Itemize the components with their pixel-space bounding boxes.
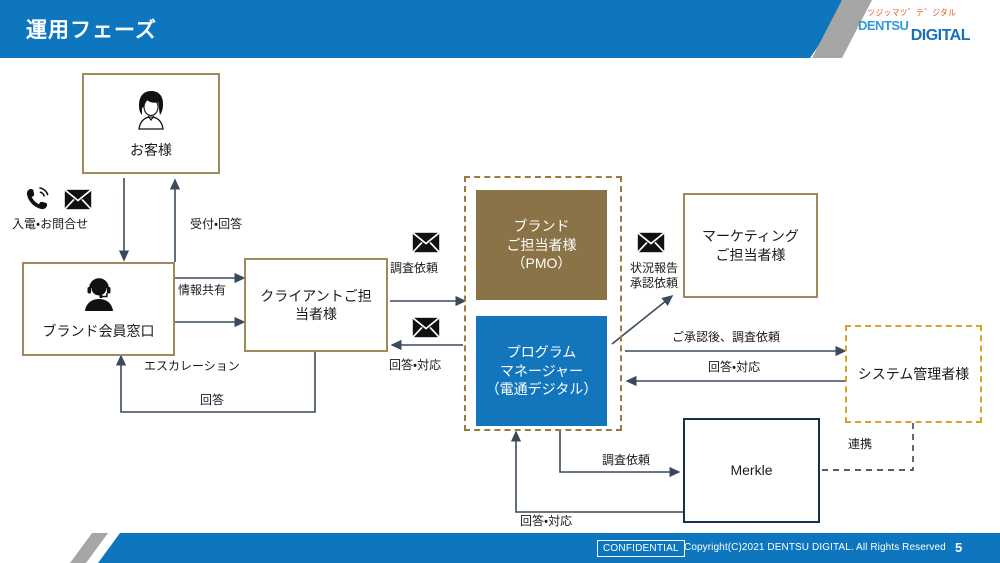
mail-icon xyxy=(637,232,665,258)
footer-copyright: Copyright(C)2021 DENTSU DIGITAL. All Rig… xyxy=(684,542,946,553)
box-program-manager-label-3: （電通デジタル） xyxy=(485,381,598,398)
footer-page-number: 5 xyxy=(955,540,963,555)
logo-kana-text: ツジッマツ゛テ゛ジタル xyxy=(867,7,957,18)
box-brand-member-desk[interactable]: ブランド会員窓口 xyxy=(22,262,175,356)
box-merkle-label: Merkle xyxy=(730,462,773,479)
box-brand-pmo-label-1: ブランド xyxy=(513,218,570,235)
box-program-manager-label-2: マネージャー xyxy=(499,362,584,379)
box-client-representative[interactable]: クライアントご担 当者様 xyxy=(244,258,388,352)
box-brand-member-desk-label: ブランド会員窓口 xyxy=(42,323,155,339)
label-survey-request-1: 調査依頼 xyxy=(390,261,439,275)
label-status-report-line2: 承認依頼 xyxy=(630,276,679,290)
box-marketing-representative-label-2: ご担当者様 xyxy=(715,246,786,263)
box-system-administrator-label: システム管理者様 xyxy=(857,365,970,382)
label-after-approval-survey: ご承認後、調査依頼 xyxy=(672,330,781,344)
label-answer-handle-3: 回答・対応 xyxy=(520,514,573,528)
box-customer[interactable]: お客様 xyxy=(82,73,220,174)
label-status-report-line1: 状況報告 xyxy=(630,261,679,275)
box-system-administrator[interactable]: システム管理者様 xyxy=(845,325,982,423)
woman-avatar-icon xyxy=(131,88,171,134)
label-status-report: 状況報告 承認依頼 xyxy=(630,261,678,291)
logo-wordmark: DENTSU DIGITAL xyxy=(852,19,972,44)
label-cooperation: 連携 xyxy=(848,437,873,451)
label-survey-request-2: 調査依頼 xyxy=(602,453,651,467)
box-brand-pmo-label-3: （PMO） xyxy=(511,255,572,272)
label-incoming-call: 入電・お問合せ xyxy=(12,217,89,231)
mail-icon xyxy=(64,189,92,215)
mail-icon xyxy=(412,317,440,343)
label-info-share: 情報共有 xyxy=(178,283,227,297)
label-answer: 回答 xyxy=(200,393,225,407)
headset-agent-icon xyxy=(81,277,117,316)
box-brand-pmo-label-2: ご担当者様 xyxy=(506,236,577,253)
box-customer-label: お客様 xyxy=(130,141,172,158)
box-merkle[interactable]: Merkle xyxy=(683,418,820,523)
box-brand-pmo[interactable]: ブランド ご担当者様 （PMO） xyxy=(476,190,607,300)
box-marketing-representative[interactable]: マーケティング ご担当者様 xyxy=(683,193,818,298)
box-client-representative-label-1: クライアントご担 xyxy=(260,287,372,304)
box-program-manager-label-1: プログラム xyxy=(506,344,577,361)
page-title: 運用フェーズ xyxy=(26,19,157,42)
label-escalation: エスカレーション xyxy=(144,359,240,373)
slide-canvas: 運用フェーズ ツジッマツ゛テ゛ジタル DENTSU DIGITAL お客様 ブラ… xyxy=(0,0,1000,563)
box-client-representative-label-2: 当者様 xyxy=(295,306,337,322)
label-answer-handle-1: 回答・対応 xyxy=(389,358,442,372)
box-program-manager[interactable]: プログラム マネージャー （電通デジタル） xyxy=(476,316,607,426)
status-badge-confidential: CONFIDENTIAL xyxy=(597,540,685,557)
phone-icon xyxy=(24,186,50,217)
mail-icon xyxy=(412,232,440,258)
label-reception-answer: 受付・回答 xyxy=(190,217,243,231)
box-marketing-representative-label-1: マーケティング xyxy=(702,228,799,245)
label-answer-handle-2: 回答・対応 xyxy=(708,360,761,374)
dentsu-digital-logo: ツジッマツ゛テ゛ジタル DENTSU DIGITAL xyxy=(852,7,972,52)
